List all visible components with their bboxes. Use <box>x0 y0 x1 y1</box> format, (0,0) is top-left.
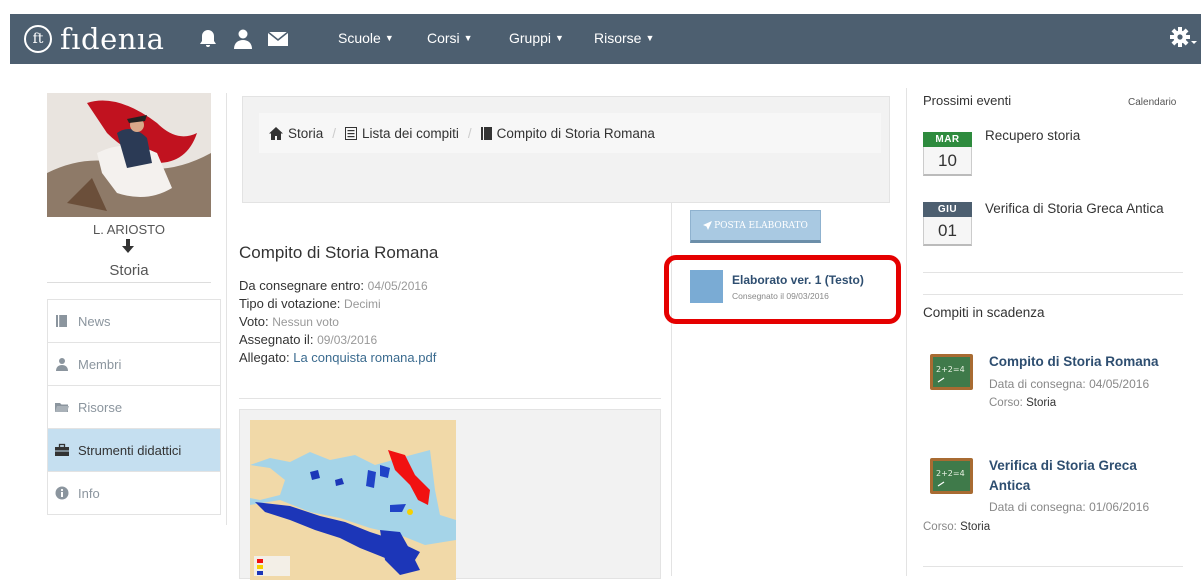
breadcrumb-separator: / <box>332 125 337 141</box>
events-heading: Prossimi eventi <box>923 93 1012 108</box>
briefcase-icon <box>55 443 69 456</box>
due-task-title[interactable]: Verifica di Storia Greca Antica <box>989 456 1137 496</box>
vote-value: Nessun voto <box>272 315 339 329</box>
list-icon <box>345 126 358 140</box>
caret-down-icon: ▼ <box>645 33 655 43</box>
brand-logo[interactable]: ft fıdenıa <box>24 22 164 56</box>
post-submission-button[interactable]: POSTA ELABORATO <box>690 210 821 243</box>
sidebar-divider <box>47 282 211 283</box>
assigned-date-value: 09/03/2016 <box>317 333 378 347</box>
breadcrumb: Storia / Lista dei compiti / Compito di … <box>259 113 881 153</box>
attachment-link[interactable]: La conquista romana.pdf <box>293 350 436 365</box>
chalkboard-icon: 2+2=4 <box>930 354 973 390</box>
bell-icon[interactable] <box>196 27 220 51</box>
top-navbar: ft fıdenıa Scuole ▼ Corsi ▼ Gruppi ▼ Risors… <box>10 14 1201 64</box>
calendar-link[interactable]: Calendario <box>1128 97 1176 108</box>
due-task-course: Corso: Storia <box>989 397 1057 409</box>
date-badge-day: 01 <box>923 217 972 246</box>
breadcrumb-panel: Storia / Lista dei compiti / Compito di … <box>242 96 890 203</box>
book-icon <box>480 126 492 140</box>
sidebar-item-news[interactable]: News <box>47 299 221 342</box>
due-tasks-heading: Compiti in scadenza <box>923 305 1045 320</box>
svg-text:2+2=4: 2+2=4 <box>936 469 965 478</box>
date-badge-month: MAR <box>923 132 972 147</box>
caret-down-icon: ▼ <box>384 33 394 43</box>
date-badge-day: 10 <box>923 147 972 176</box>
chalkboard-icon: 2+2=4 <box>930 458 973 494</box>
brand-name: fıdenıa <box>60 22 165 56</box>
section-divider <box>923 566 1183 567</box>
date-badge-month: GIU <box>923 202 972 217</box>
task-details: Da consegnare entro: 04/05/2016 Tipo di … <box>239 278 437 365</box>
due-task-date: Data di consegna: 01/06/2016 <box>989 500 1150 514</box>
due-task-title[interactable]: Compito di Storia Romana <box>989 352 1159 372</box>
vote-type-value: Decimi <box>344 297 381 311</box>
section-divider <box>923 294 1183 295</box>
map-image[interactable] <box>250 420 456 580</box>
event-title[interactable]: Verifica di Storia Greca Antica <box>985 201 1164 216</box>
section-divider <box>923 272 1183 273</box>
svg-text:2+2=4: 2+2=4 <box>936 365 965 374</box>
envelope-icon[interactable] <box>266 27 290 51</box>
sidebar-item-label: Strumenti didattici <box>78 442 182 458</box>
user-icon <box>56 358 68 371</box>
info-icon <box>55 486 69 500</box>
event-title[interactable]: Recupero storia <box>985 128 1080 143</box>
caret-down-icon: ▼ <box>463 33 473 43</box>
due-task-date: Data di consegna: 04/05/2016 <box>989 377 1150 391</box>
menu-scuole[interactable]: Scuole ▼ <box>338 30 394 46</box>
sidebar-item-label: Membri <box>78 356 122 372</box>
gear-icon[interactable] <box>1169 26 1197 52</box>
breadcrumb-home[interactable]: Storia <box>288 126 323 141</box>
arrow-down-icon <box>122 239 134 253</box>
content-divider <box>239 398 661 399</box>
course-name: Storia <box>109 262 149 279</box>
avatar <box>47 93 211 217</box>
sidebar-menu: News Membri Risorse Strumenti didattici … <box>47 299 221 515</box>
breadcrumb-separator: / <box>467 125 472 141</box>
sidebar-item-info[interactable]: Info <box>47 471 221 515</box>
sidebar-item-label: Info <box>78 485 100 501</box>
attachment-preview <box>239 409 661 580</box>
date-badge: MAR 10 <box>923 132 972 176</box>
menu-risorse[interactable]: Risorse ▼ <box>594 30 654 46</box>
highlight-annotation <box>664 255 901 324</box>
menu-corsi[interactable]: Corsi ▼ <box>427 30 473 46</box>
book-icon <box>56 315 67 327</box>
breadcrumb-list[interactable]: Lista dei compiti <box>362 126 459 141</box>
breadcrumb-current: Compito di Storia Romana <box>496 125 655 141</box>
teacher-name: L. ARIOSTO <box>92 222 165 237</box>
sidebar-item-membri[interactable]: Membri <box>47 342 221 385</box>
sidebar-item-label: Risorse <box>78 399 123 415</box>
sidebar-item-strumenti-didattici[interactable]: Strumenti didattici <box>47 428 221 471</box>
date-badge: GIU 01 <box>923 202 972 246</box>
folder-icon <box>55 403 69 412</box>
task-title: Compito di Storia Romana <box>239 243 439 262</box>
sidebar-item-risorse[interactable]: Risorse <box>47 385 221 428</box>
due-task-course: Corso: Storia <box>923 521 991 533</box>
sidebar-item-label: News <box>78 313 111 329</box>
column-divider <box>226 93 227 525</box>
column-divider <box>906 88 907 576</box>
home-icon <box>269 126 283 140</box>
caret-down-icon: ▼ <box>555 33 564 43</box>
brand-mark: ft <box>24 25 52 53</box>
user-icon[interactable] <box>231 27 255 51</box>
due-date-value: 04/05/2016 <box>367 279 428 293</box>
menu-gruppi[interactable]: Gruppi ▼ <box>509 30 564 46</box>
send-icon <box>703 221 713 230</box>
